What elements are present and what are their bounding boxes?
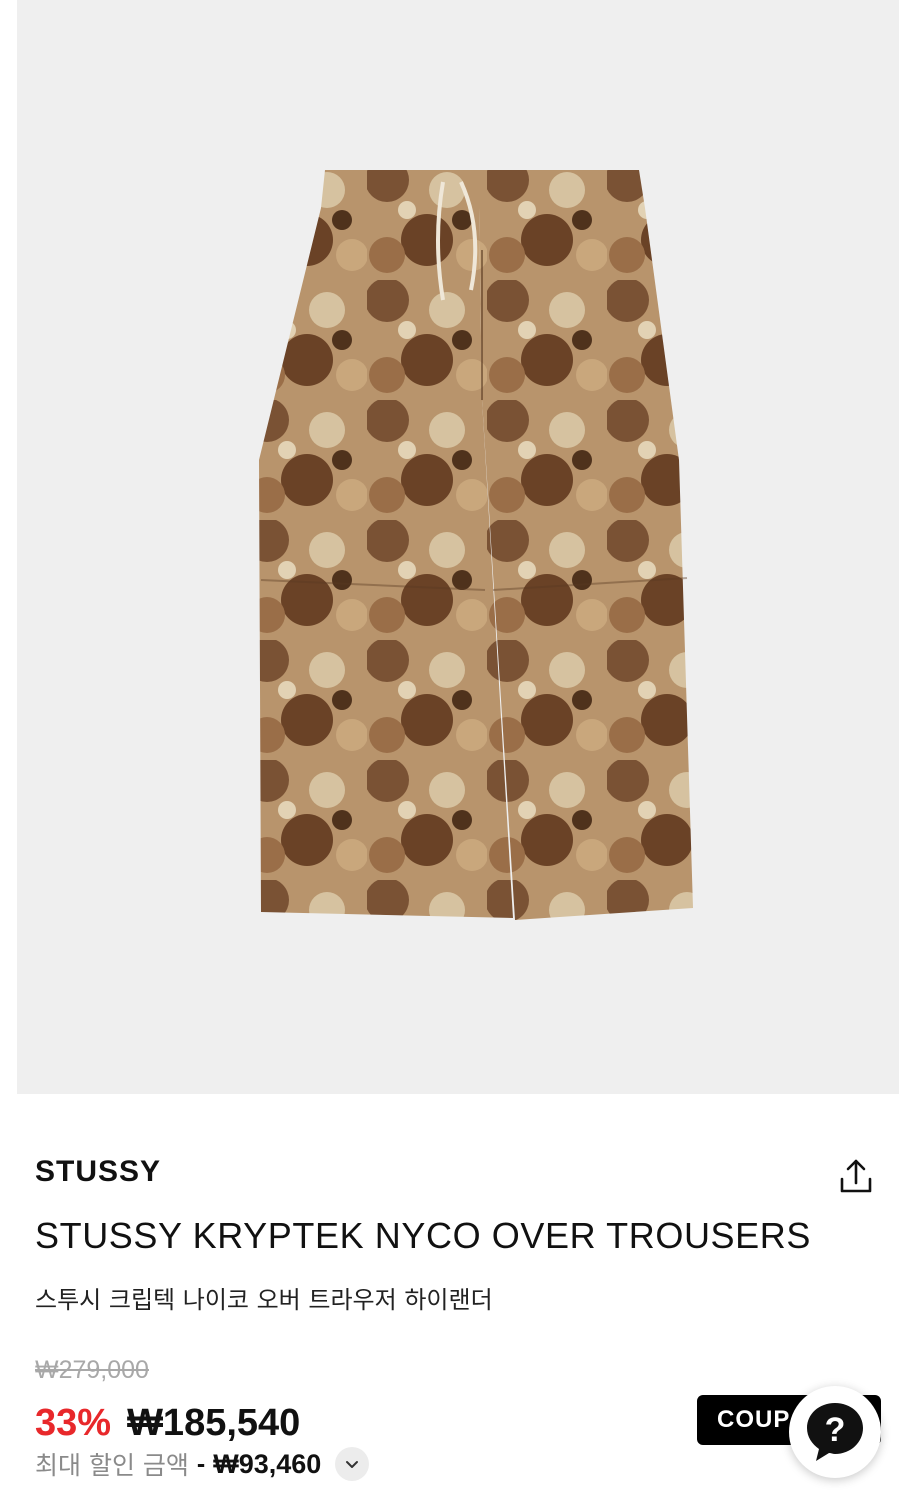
product-image[interactable] (17, 0, 899, 1094)
coupon-label: COUP (717, 1406, 791, 1433)
question-icon: ? (807, 1403, 863, 1461)
max-discount-separator: - (196, 1449, 206, 1478)
share-icon (840, 1159, 872, 1193)
max-discount-label: 최대 할인 금액 (35, 1451, 189, 1480)
discount-rate: 33% (35, 1402, 112, 1444)
product-title: STUSSY KRYPTEK NYCO OVER TROUSERS (35, 1215, 811, 1256)
svg-text:?: ? (825, 1411, 846, 1449)
camo-trousers-image (259, 170, 693, 920)
sale-price: ₩185,540 (127, 1402, 301, 1444)
product-subtitle: 스투시 크립텍 나이코 오버 트라우저 하이랜더 (35, 1286, 493, 1314)
help-button[interactable]: ? (789, 1386, 881, 1478)
brand-name[interactable]: STUSSY (35, 1155, 161, 1189)
original-price: ₩279,000 (35, 1356, 149, 1384)
share-button[interactable] (834, 1154, 878, 1198)
chevron-down-icon (346, 1461, 359, 1468)
max-discount-expand-button[interactable] (335, 1447, 370, 1481)
max-discount-row: 최대 할인 금액 - ₩93,460 (35, 1446, 370, 1482)
price-row: 33% ₩185,540 (35, 1402, 300, 1445)
max-discount-amount: ₩93,460 (213, 1448, 322, 1479)
